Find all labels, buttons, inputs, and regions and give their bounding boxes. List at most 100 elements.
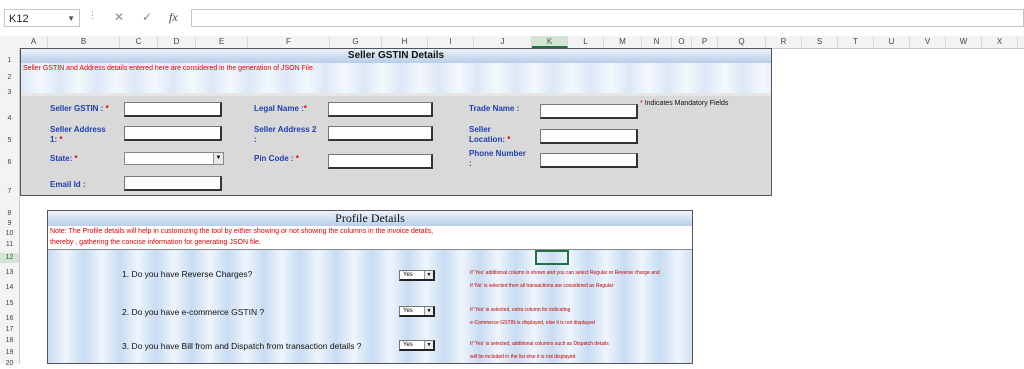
column-header-N[interactable]: N [642,36,672,48]
pin-code-label: Pin Code : * [254,154,299,163]
row-header-7[interactable]: 7 [0,187,19,197]
seller-note-text: Seller GSTIN and Address details entered… [23,65,315,72]
row-header-15[interactable]: 15 [0,299,19,309]
selected-cell-outline[interactable] [535,250,569,265]
row-header-10[interactable]: 10 [0,229,19,239]
column-header-F[interactable]: F [248,36,330,48]
enter-icon[interactable]: ✓ [142,10,152,24]
ecommerce-gstin-hint1: If 'Yes' is selected, extra column for i… [470,307,571,313]
more-options-icon: ⋮ [88,10,97,20]
profile-section: Profile Details Note: The Profile detail… [47,210,693,364]
row-header-13[interactable]: 13 [0,268,19,278]
reverse-charges-select[interactable]: Yes ▼ [399,270,435,281]
state-select[interactable]: ▼ [124,152,224,165]
chevron-down-icon[interactable]: ▼ [67,10,75,28]
row-header-19[interactable]: 19 [0,348,19,358]
phone-number-input[interactable] [540,153,638,168]
question-ecommerce-gstin: 2. Do you have e-commerce GSTIN ? [122,307,265,317]
dispatch-details-hint2: will be included in the list else it is … [470,354,576,360]
name-box-value: K12 [9,13,29,25]
seller-address1-input[interactable] [124,126,222,141]
column-header-Q[interactable]: Q [718,36,766,48]
row-header-17[interactable]: 17 [0,325,19,335]
name-box[interactable]: K12 ▼ [4,9,80,27]
row-header-1[interactable]: 1 [0,56,19,66]
column-header-I[interactable]: I [428,36,474,48]
column-header-G[interactable]: G [330,36,382,48]
row-header-9[interactable]: 9 [0,219,19,229]
row-header-18[interactable]: 18 [0,336,19,346]
column-header-A[interactable]: A [20,36,48,48]
row-header-4[interactable]: 4 [0,114,19,124]
ecommerce-gstin-hint2: e-Commerce GSTIN is displayed, else it i… [470,320,595,326]
email-label: Email Id : [50,180,86,189]
profile-note: Note: The Profile details will help in c… [48,226,692,250]
column-header-B[interactable]: B [48,36,120,48]
row-header-20[interactable]: 20 [0,359,19,369]
column-header-T[interactable]: T [838,36,874,48]
dispatch-details-select[interactable]: Yes ▼ [399,340,435,351]
row-header-2[interactable]: 2 [0,73,19,83]
row-header-5[interactable]: 5 [0,136,19,146]
profile-title: Profile Details [48,211,692,227]
legal-name-input[interactable] [328,102,433,117]
seller-form: Seller GSTIN : * Legal Name :* Trade Nam… [20,96,772,196]
chevron-down-icon[interactable]: ▼ [424,307,433,315]
row-header-6[interactable]: 6 [0,158,19,168]
ecommerce-gstin-select[interactable]: Yes ▼ [399,306,435,317]
question-reverse-charges: 1. Do you have Reverse Charges? [122,269,253,279]
profile-note-line2: thereby , gathering the concise informat… [50,239,261,246]
column-header-D[interactable]: D [158,36,196,48]
column-header-M[interactable]: M [604,36,642,48]
seller-note: Seller GSTIN and Address details entered… [21,63,771,93]
seller-address1-label: Seller Address 1: * [50,125,106,144]
column-header-W[interactable]: W [946,36,982,48]
pin-code-input[interactable] [328,154,433,169]
column-header-H[interactable]: H [382,36,428,48]
reverse-charges-hint1: If 'Yes' additional column is shown and … [470,270,660,276]
state-label: State: * [50,154,78,163]
seller-location-input[interactable] [540,129,638,144]
row-header-3[interactable]: 3 [0,88,19,98]
seller-address2-input[interactable] [328,126,433,141]
column-header-R[interactable]: R [766,36,802,48]
seller-gstin-label: Seller GSTIN : * [50,104,109,113]
column-header-U[interactable]: U [874,36,910,48]
phone-number-label: Phone Number: [469,149,526,168]
seller-address2-label: Seller Address 2: [254,125,317,144]
column-header-V[interactable]: V [910,36,946,48]
column-header-C[interactable]: C [120,36,158,48]
column-header-K[interactable]: K [532,36,568,48]
formula-input[interactable] [191,9,1024,27]
column-header-E[interactable]: E [196,36,248,48]
formula-bar: K12 ▼ ⋮ ✕ ✓ fx [0,0,1024,37]
column-header-J[interactable]: J [474,36,532,48]
chevron-down-icon[interactable]: ▼ [424,341,433,349]
column-header-S[interactable]: S [802,36,838,48]
row-header-16[interactable]: 16 [0,314,19,324]
chevron-down-icon[interactable]: ▼ [424,271,433,279]
row-headers: 1 2 3 4 5 6 7 8 9 10 11 12 13 14 15 16 17 18 19 20 [0,48,20,367]
seller-title: Seller GSTIN Details [21,49,771,64]
seller-gstin-input[interactable] [124,102,222,117]
chevron-down-icon[interactable]: ▼ [213,153,223,164]
column-header-X[interactable]: X [982,36,1018,48]
profile-note-line1: Note: The Profile details will help in c… [50,228,434,235]
question-dispatch-details: 3. Do you have Bill from and Dispatch fr… [122,341,362,351]
row-header-11[interactable]: 11 [0,240,19,250]
trade-name-label: Trade Name : [469,104,520,113]
profile-questions: 1. Do you have Reverse Charges? Yes ▼ If … [48,250,692,363]
row-header-12[interactable]: 12 [0,253,19,263]
seller-location-label: Seller Location: * [469,125,511,144]
column-header-L[interactable]: L [568,36,604,48]
row-header-8[interactable]: 8 [0,209,19,219]
column-header-O[interactable]: O [672,36,692,48]
fx-icon[interactable]: fx [169,10,178,25]
trade-name-input[interactable] [540,104,638,119]
cancel-icon[interactable]: ✕ [114,10,124,24]
legal-name-label: Legal Name :* [254,104,307,113]
column-header-P[interactable]: P [692,36,718,48]
email-input[interactable] [124,176,222,191]
mandatory-fields-note: * Indicates Mandatory Fields [640,100,729,107]
row-header-14[interactable]: 14 [0,283,19,293]
